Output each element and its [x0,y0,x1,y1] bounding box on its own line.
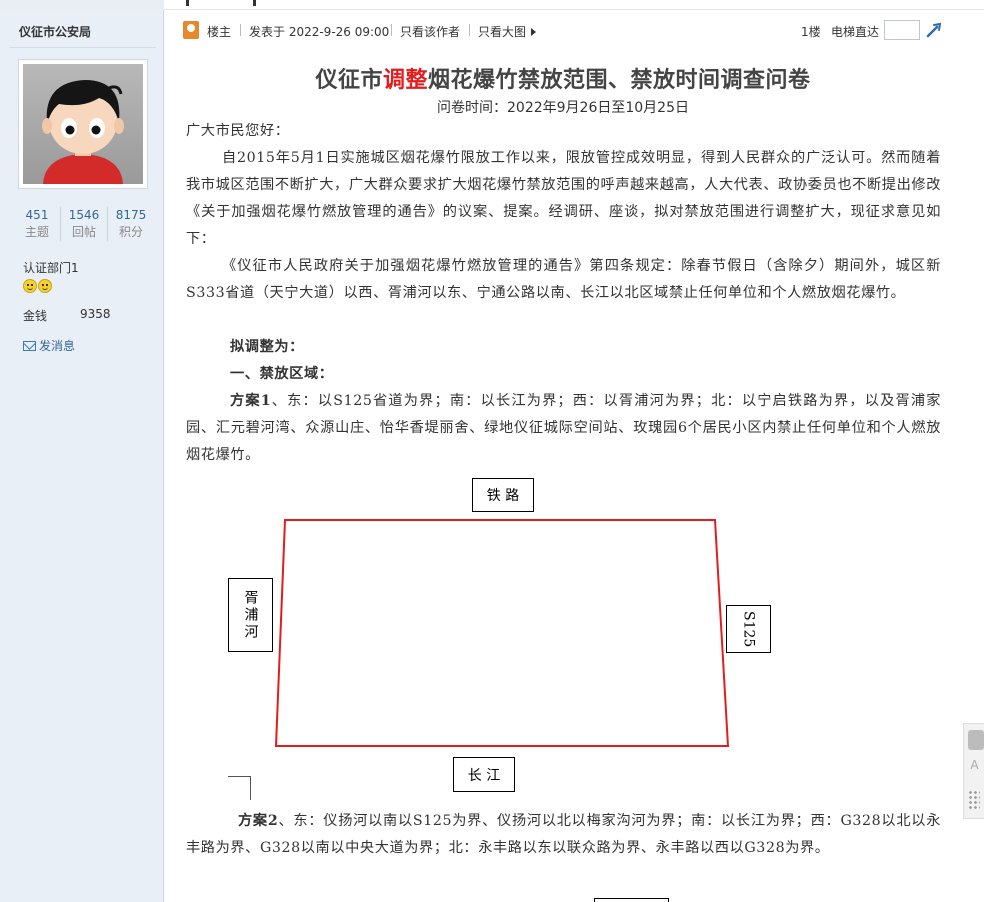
separator [240,24,241,36]
title-part-2: 烟花爆竹禁放范围、禁放时间调查问卷 [428,68,811,93]
stat-replies[interactable]: 1546 回帖 [61,207,108,241]
label-north: 铁 路 [472,478,534,512]
author-sidebar: 仪征市公安局 451 主题 1546 回帖 8175 积分 认证部门1 金钱 9… [0,10,164,902]
heading-proposed: 拟调整为： [230,339,304,355]
cartoon-avatar-icon [23,64,143,184]
stat-threads-value: 451 [25,208,49,222]
medal-icons [23,279,52,293]
elevator-label: 电梯直达 [831,25,880,39]
money-row: 金钱 9358 [23,307,111,324]
only-author-link[interactable]: 只看该作者 [400,23,460,40]
image-corner-mark [228,776,251,800]
next-diagram-label-fragment [594,898,669,902]
survey-period: 问卷时间：2022年9月26日至10月25日 [437,100,689,116]
smiley-icon [38,279,52,293]
smiley-icon [23,279,37,293]
post-time: 发表于 2022-9-26 09:00 [249,25,390,39]
title-part-1: 仪征市 [315,68,383,93]
stat-threads-label: 主题 [24,225,49,239]
author-name[interactable]: 仪征市公安局 [19,23,91,40]
chat-icon[interactable] [968,730,984,750]
send-message-label: 发消息 [39,339,76,353]
top-strip [0,0,984,10]
plan-1-label: 方案1 [230,393,272,409]
stat-replies-value: 1546 [68,208,100,222]
stat-points-label: 积分 [118,225,143,239]
ban-area-boundary [274,519,730,747]
heading-ban-area: 一、禁放区域： [230,366,334,382]
send-message-link[interactable]: 发消息 [23,337,75,354]
money-label: 金钱 [23,309,48,323]
paragraph-current-rule: 《仪征市人民政府关于加强烟花爆竹燃放管理的通告》第四条规定：除春节假日（含除夕）… [186,258,941,301]
stat-replies-label: 回帖 [71,225,96,239]
plan-2: 方案2、东：仪扬河以南以S125为界、仪扬河以北以梅家沟河为界；南：以长江为界；… [186,808,941,862]
top-strip-sidebar [0,0,164,10]
avatar-image [23,64,143,184]
title-highlight: 调整 [382,68,428,93]
caret-right-icon [531,28,537,36]
top-tab-fragment [186,0,256,6]
label-south: 长 江 [453,757,515,792]
big-image-link[interactable]: 只看大图 [478,23,537,40]
thread-starter-icon [183,21,199,39]
role-label: 楼主 [207,25,232,39]
floating-toolbar: A [963,723,984,819]
plan-2-text: 、东：仪扬河以南以S125为界、仪扬河以北以梅家沟河为界；南：以长江为界；西：G… [186,813,942,856]
greeting: 广大市民您好： [186,123,290,139]
stat-points-value: 8175 [115,208,147,222]
stat-points[interactable]: 8175 积分 [108,207,154,241]
label-east: S125 [726,605,771,653]
stat-threads[interactable]: 451 主题 [14,207,61,241]
paragraph-intro: 自2015年5月1日实施城区烟花爆竹限放工作以来，限放管控成效明显，得到人民群众… [186,150,941,247]
envelope-icon [23,340,36,351]
plan-1: 方案1、东：以S125省道为界；南：以长江为界；西：以胥浦河为界；北：以宁启铁路… [186,388,941,469]
certification-label: 认证部门1 [23,261,79,275]
label-west: 胥浦河 [228,578,273,652]
author-stats: 451 主题 1546 回帖 8175 积分 [14,207,154,241]
grid-dots-icon[interactable] [968,790,980,810]
money-value: 9358 [80,307,111,321]
big-image-label: 只看大图 [478,25,527,39]
plan-1-text: 、东：以S125省道为界；南：以长江为界；西：以胥浦河为界；北：以宁启铁路为界，… [186,393,942,463]
plan-2-label: 方案2 [238,813,279,829]
separator [391,24,392,36]
article-title: 仪征市调整烟花爆竹禁放范围、禁放时间调查问卷 [183,62,943,94]
avatar[interactable] [18,59,148,189]
floor-jump-input[interactable] [884,20,920,40]
post-header: 楼主 发表于 2022-9-26 09:00 只看该作者 只看大图 1楼 电梯直… [183,19,943,43]
divider [10,47,156,48]
text-icon[interactable]: A [964,758,984,772]
floor-number[interactable]: 1楼 [801,23,821,40]
separator [469,24,470,36]
jump-go-icon[interactable] [926,22,942,38]
